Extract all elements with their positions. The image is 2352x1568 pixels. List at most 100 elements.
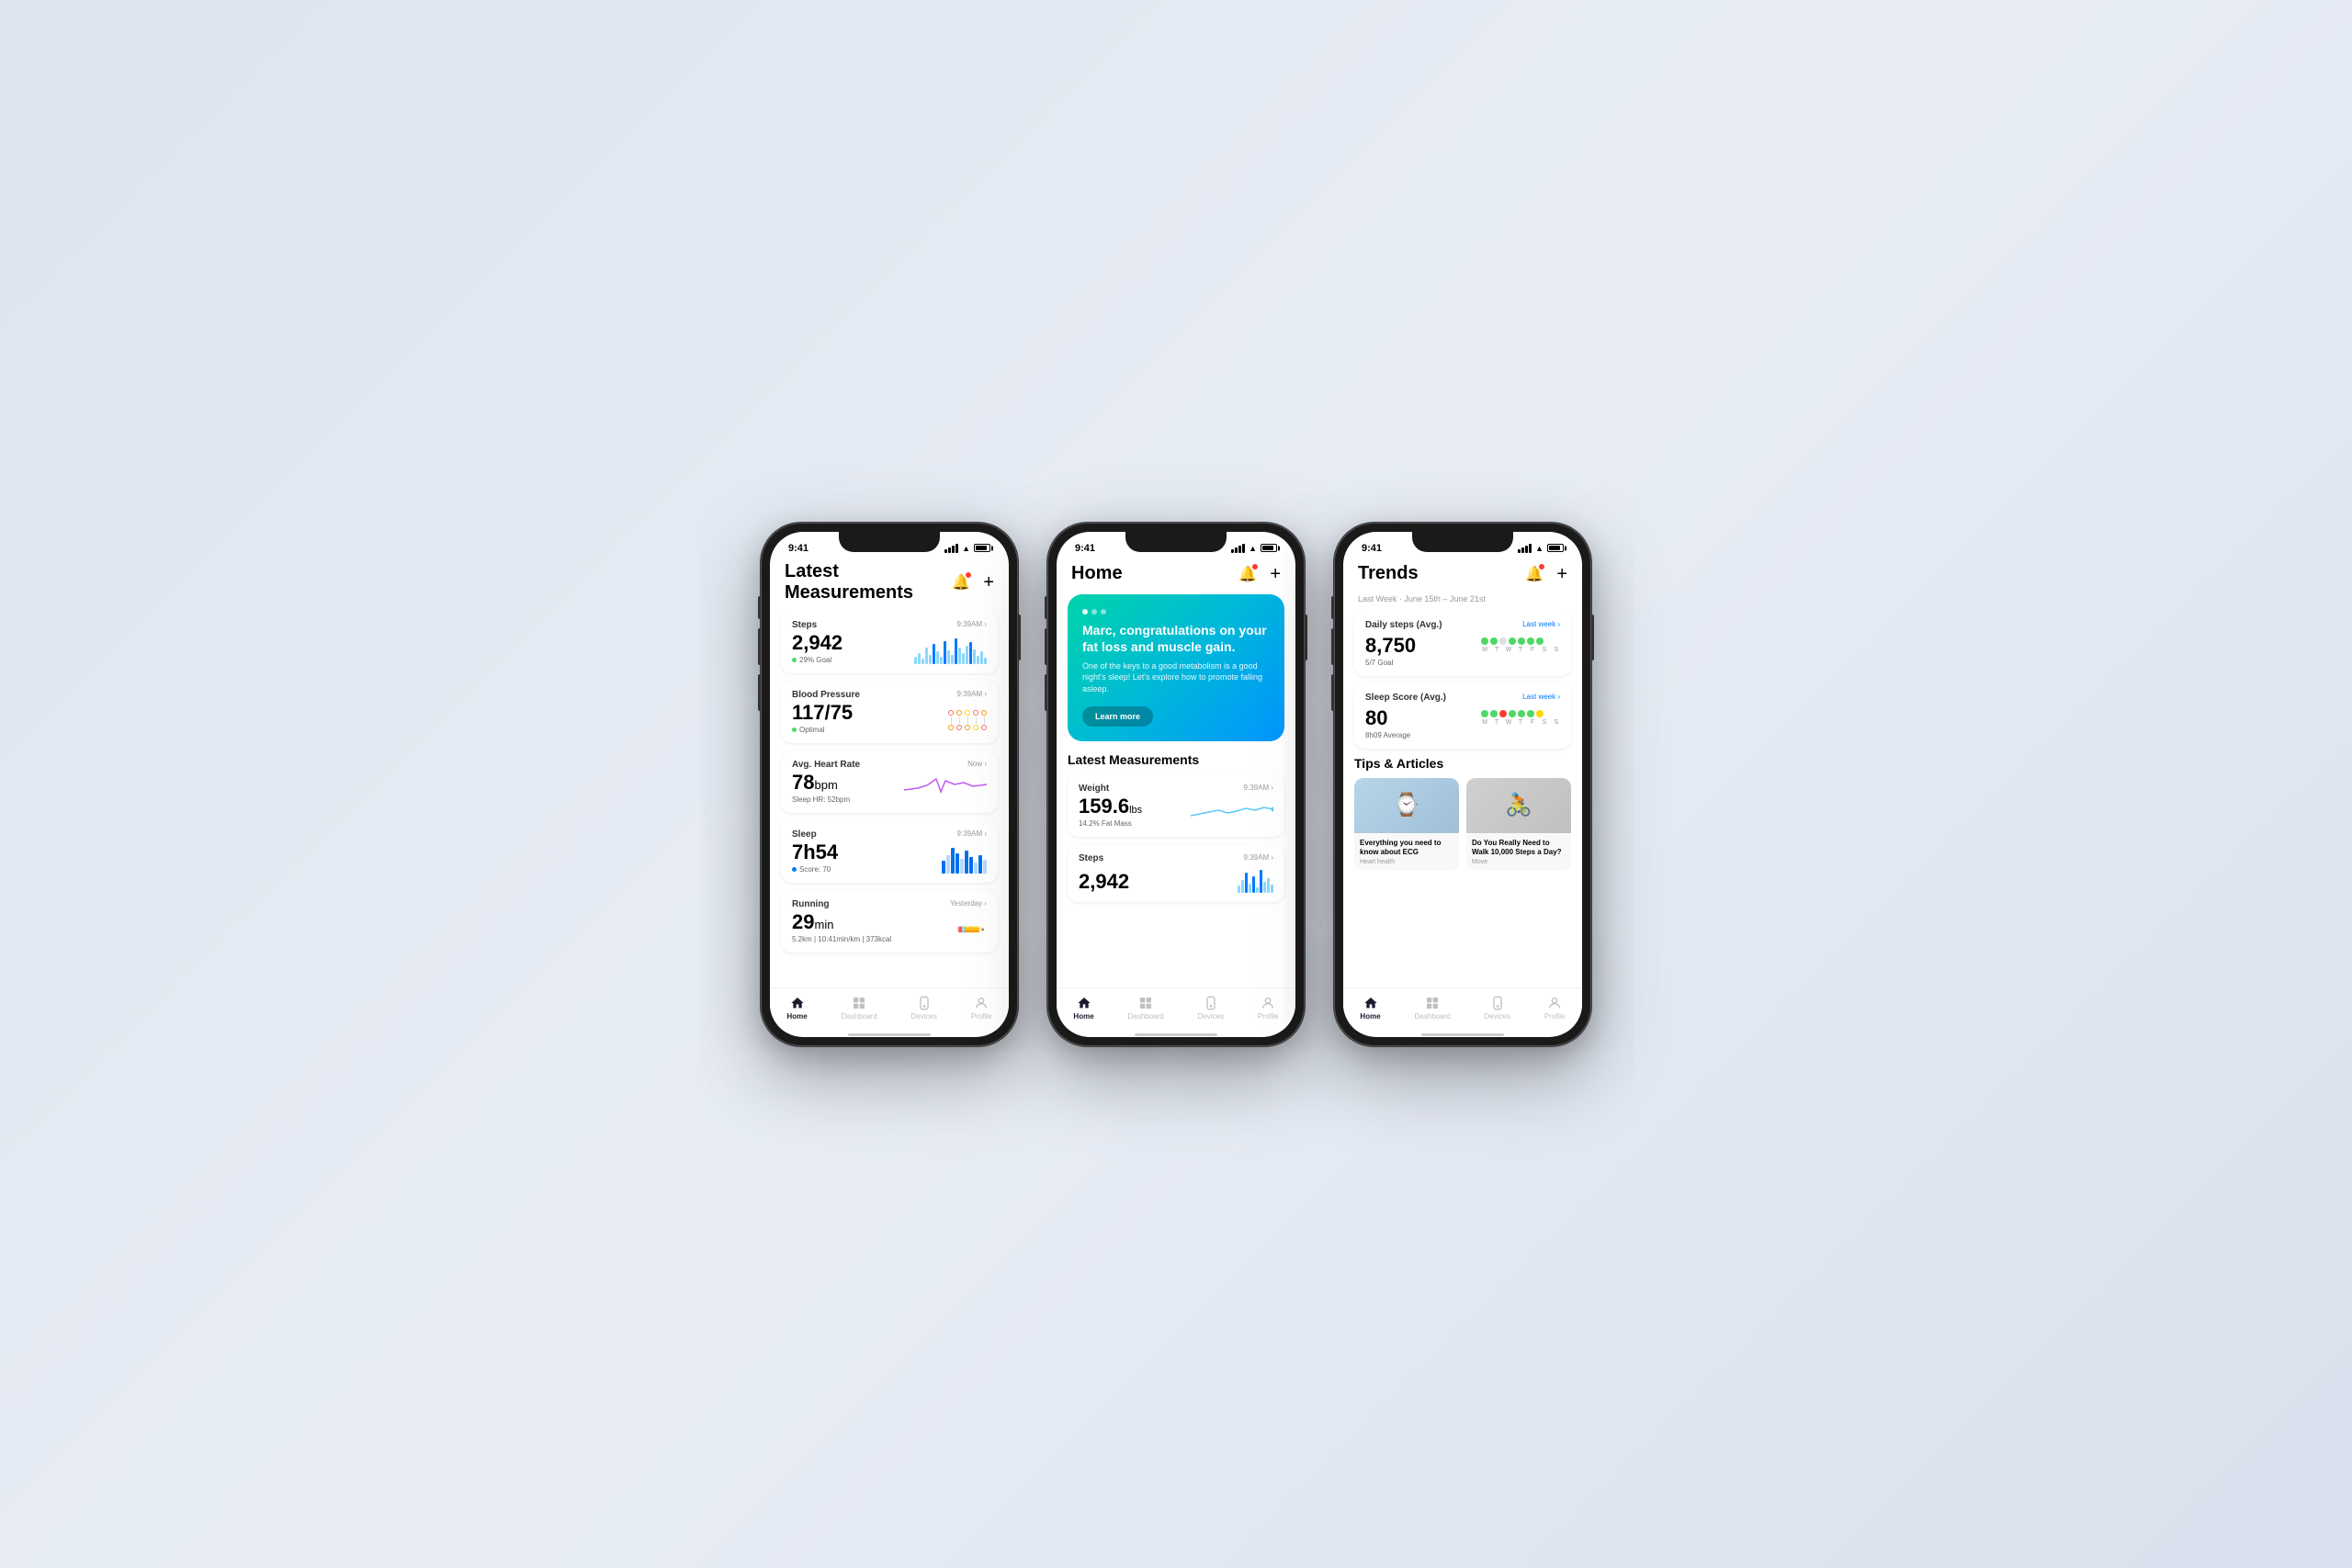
nav-dashboard-2[interactable]: Dashboard: [1121, 994, 1171, 1022]
bp-card: Blood Pressure 9:39AM › 117/75 Optimal: [781, 681, 998, 743]
sleep-trend-sub: 8h09 Average: [1365, 731, 1410, 739]
nav-devices-2[interactable]: Devices: [1191, 994, 1231, 1022]
nav-devices-label-1: Devices: [911, 1012, 937, 1021]
trends-subtitle: Last Week · June 15th – June 21st: [1343, 594, 1582, 611]
status-icons-1: ▲: [944, 544, 990, 553]
bp-value: 117/75: [792, 702, 853, 724]
app-header-3: Trends 🔔 +: [1343, 558, 1582, 594]
nav-dashboard-label-2: Dashboard: [1128, 1012, 1164, 1021]
signal-icon-1: [944, 544, 958, 553]
status-icons-2: ▲: [1231, 544, 1277, 553]
hr-chart: [904, 772, 987, 799]
steps-trend-link[interactable]: Last week ›: [1522, 620, 1560, 628]
measurements-section-title: Latest Measurements: [1057, 752, 1295, 774]
nav-dashboard-1[interactable]: Dashboard: [834, 994, 885, 1022]
nav-profile-2[interactable]: Profile: [1250, 994, 1286, 1022]
app-header-1: Latest Measurements 🔔 +: [770, 558, 1009, 611]
app-content-3[interactable]: Daily steps (Avg.) Last week › 8,750 5/7…: [1343, 611, 1582, 987]
nav-profile-1[interactable]: Profile: [964, 994, 1000, 1022]
nav-dashboard-label-1: Dashboard: [842, 1012, 877, 1021]
bottom-nav-2: Home Dashboard Devices Profile: [1057, 987, 1295, 1033]
hr-value: 78bpm: [792, 772, 850, 794]
bp-status: Optimal: [792, 726, 853, 734]
nav-devices-label-3: Devices: [1485, 1012, 1510, 1021]
weight-sub: 14.2% Fat Mass: [1079, 819, 1142, 828]
bell-button-2[interactable]: 🔔: [1235, 561, 1261, 587]
status-icons-3: ▲: [1518, 544, 1564, 553]
tip-img-2: 🚴: [1466, 778, 1571, 833]
phone-1: 9:41 ▲ Latest Measurements: [761, 523, 1018, 1046]
steps-value: 2,942: [792, 632, 842, 654]
signal-icon-3: [1518, 544, 1532, 553]
battery-icon-2: [1261, 544, 1277, 552]
steps-time-2: 9:39AM ›: [1244, 853, 1273, 862]
steps-value-2: 2,942: [1079, 871, 1129, 893]
phones-container: 9:41 ▲ Latest Measurements: [761, 523, 1591, 1046]
signal-icon-2: [1231, 544, 1245, 553]
header-actions-1: 🔔 +: [948, 570, 994, 595]
battery-icon-3: [1547, 544, 1564, 552]
notch-1: [839, 532, 940, 552]
tip-title-1: Everything you need to know about ECG: [1360, 839, 1453, 858]
sleep-trend-value: 80: [1365, 706, 1410, 730]
tips-section: Tips & Articles ⌚ Everything you need to…: [1343, 756, 1582, 872]
nav-devices-1[interactable]: Devices: [904, 994, 944, 1022]
app-header-2: Home 🔔 +: [1057, 558, 1295, 594]
tip-category-1: Heart health: [1360, 859, 1453, 865]
nav-profile-3[interactable]: Profile: [1537, 994, 1573, 1022]
nav-home-3[interactable]: Home: [1352, 994, 1387, 1022]
tip-img-1: ⌚: [1354, 778, 1459, 833]
steps-trend-title: Daily steps (Avg.): [1365, 620, 1442, 630]
learn-more-button[interactable]: Learn more: [1082, 706, 1153, 727]
steps-title-2: Steps: [1079, 853, 1103, 863]
nav-home-label-3: Home: [1360, 1012, 1380, 1021]
nav-dashboard-label-3: Dashboard: [1415, 1012, 1451, 1021]
bp-chart: [948, 706, 987, 734]
bp-time: 9:39AM ›: [957, 690, 987, 698]
hr-time: Now ›: [967, 760, 987, 768]
app-content-2[interactable]: Marc, congratulations on your fat loss a…: [1057, 594, 1295, 987]
add-button-3[interactable]: +: [1556, 565, 1567, 583]
page-title-2: Home: [1071, 563, 1123, 584]
tips-grid: ⌚ Everything you need to know about ECG …: [1354, 778, 1571, 872]
steps-card-2: Steps 9:39AM › 2,942: [1068, 844, 1284, 902]
weight-card: Weight 9:39AM › 159.6lbs 14.2% Fat Mass: [1068, 774, 1284, 837]
notch-3: [1412, 532, 1513, 552]
sleep-trend-link[interactable]: Last week ›: [1522, 693, 1560, 701]
sleep-title: Sleep: [792, 829, 817, 840]
add-button-1[interactable]: +: [983, 573, 994, 592]
bell-button-3[interactable]: 🔔: [1521, 561, 1547, 587]
nav-profile-label-2: Profile: [1258, 1012, 1279, 1021]
hero-subtitle: One of the keys to a good metabolism is …: [1082, 660, 1270, 695]
steps-trend-card: Daily steps (Avg.) Last week › 8,750 5/7…: [1354, 611, 1571, 676]
running-value: 29min: [792, 911, 891, 933]
nav-dashboard-3[interactable]: Dashboard: [1408, 994, 1458, 1022]
running-icon: ✏️: [954, 916, 987, 943]
steps-chart-2: [1238, 865, 1273, 893]
weight-time: 9:39AM ›: [1244, 784, 1273, 792]
bell-button-1[interactable]: 🔔: [948, 570, 974, 595]
nav-home-1[interactable]: Home: [779, 994, 814, 1022]
nav-profile-label-3: Profile: [1544, 1012, 1566, 1021]
nav-home-2[interactable]: Home: [1066, 994, 1101, 1022]
hero-title: Marc, congratulations on your fat loss a…: [1082, 622, 1270, 655]
tip-card-1[interactable]: ⌚ Everything you need to know about ECG …: [1354, 778, 1459, 872]
add-button-2[interactable]: +: [1270, 565, 1281, 583]
steps-card: Steps 9:39AM › 2,942 29% Goal: [781, 611, 998, 673]
nav-devices-label-2: Devices: [1198, 1012, 1224, 1021]
notification-badge-1: [965, 571, 972, 579]
hr-card: Avg. Heart Rate Now › 78bpm Sleep HR: 52…: [781, 750, 998, 813]
sleep-chart: [942, 846, 987, 874]
tip-card-2[interactable]: 🚴 Do You Really Need to Walk 10,000 Step…: [1466, 778, 1571, 872]
wifi-icon-2: ▲: [1249, 544, 1257, 553]
sleep-trend-title: Sleep Score (Avg.): [1365, 693, 1446, 703]
hr-title: Avg. Heart Rate: [792, 760, 860, 770]
running-time: Yesterday ›: [950, 899, 987, 908]
wifi-icon-1: ▲: [962, 544, 970, 553]
app-content-1[interactable]: Steps 9:39AM › 2,942 29% Goal: [770, 611, 1009, 987]
nav-devices-3[interactable]: Devices: [1477, 994, 1518, 1022]
notification-badge-2: [1251, 563, 1259, 570]
steps-trend-sub: 5/7 Goal: [1365, 659, 1416, 667]
nav-home-label-1: Home: [786, 1012, 807, 1021]
phone-2: 9:41 ▲ Home 🔔: [1047, 523, 1305, 1046]
